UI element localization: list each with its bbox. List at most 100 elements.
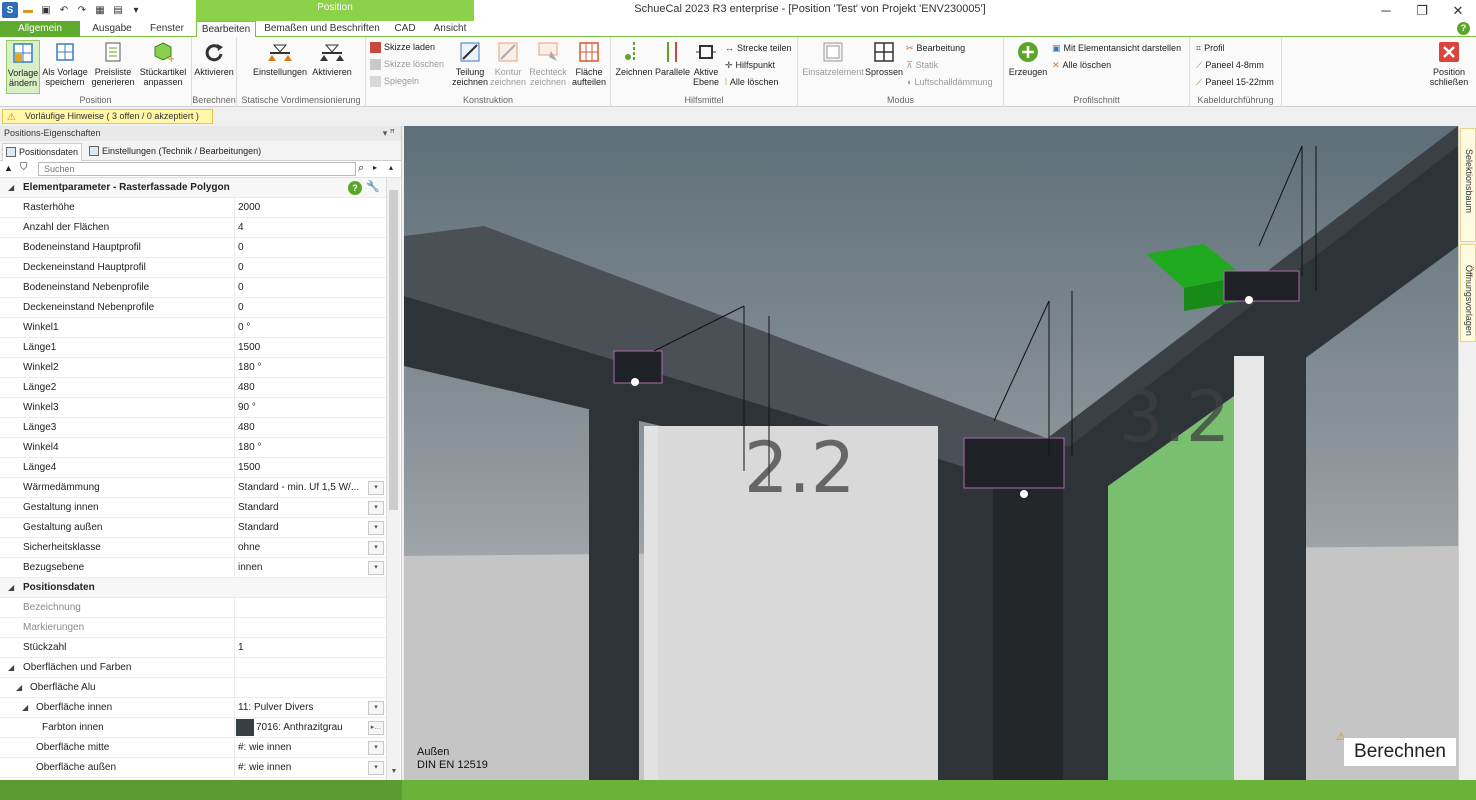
property-row[interactable]: Länge3 480 [0, 418, 386, 438]
modus-statik-button[interactable]: ⊼ Statik [906, 58, 938, 72]
vorlage-aendern-button[interactable]: Vorlage ändern [6, 40, 40, 94]
property-value[interactable]: innen ▾ [234, 558, 386, 578]
property-value[interactable]: #: wie innen ▾ [234, 738, 386, 758]
property-value[interactable]: 11: Pulver Divers ▾ [234, 698, 386, 718]
property-value[interactable]: 0 ° [234, 318, 386, 338]
flaeche-aufteilen-button[interactable]: Fläche aufteilen [570, 40, 608, 87]
search-input[interactable] [38, 162, 356, 176]
als-vorlage-speichern-button[interactable]: Als Vorlage speichern [42, 40, 88, 87]
tab-bearbeiten[interactable]: Bearbeiten [196, 21, 256, 38]
strecke-teilen-button[interactable]: ↔ Strecke teilen [725, 41, 792, 55]
property-value[interactable]: 4 [234, 218, 386, 238]
property-row[interactable]: Oberfläche mitte #: wie innen ▾ [0, 738, 386, 758]
property-row[interactable]: Gestaltung außen Standard ▾ [0, 518, 386, 538]
property-row[interactable]: ◢ Elementparameter - Rasterfassade Polygo… [0, 178, 386, 198]
skizze-laden-button[interactable]: Skizze laden [370, 40, 435, 54]
property-value[interactable]: 0 [234, 238, 386, 258]
wrench-icon[interactable]: 🔧 [366, 178, 380, 197]
kontur-zeichnen-button[interactable]: Kontur zeichnen [490, 40, 526, 87]
scroll-down-icon[interactable]: ▼ [388, 768, 400, 778]
position-schliessen-button[interactable]: Position schließen [1424, 40, 1474, 87]
scroll-up-icon[interactable]: ▴ [389, 163, 393, 172]
statik-einstellungen-button[interactable]: Einstellungen [251, 40, 309, 77]
collapse-all-icon[interactable]: ▲ [4, 163, 13, 173]
search-icon[interactable]: ⌕ [358, 162, 364, 175]
parallele-button[interactable]: Parallele [655, 40, 690, 77]
expand-icon[interactable]: ◢ [8, 658, 14, 677]
dropdown-button[interactable]: ▾ [368, 701, 384, 715]
pin-icon[interactable]: ▾ ꟸ [383, 126, 395, 141]
tab-fenster[interactable]: Fenster [142, 21, 192, 37]
property-row[interactable]: Stückzahl 1 [0, 638, 386, 658]
redo-icon[interactable]: ↷ [74, 2, 90, 18]
property-value[interactable]: 1 [234, 638, 386, 658]
tab-ausgabe[interactable]: Ausgabe [84, 21, 140, 37]
sprossen-button[interactable]: Sprossen [864, 40, 904, 77]
property-row[interactable]: Bodeneinstand Hauptprofil 0 [0, 238, 386, 258]
skizze-loeschen-button[interactable]: Skizze löschen [370, 57, 444, 71]
property-row[interactable]: Gestaltung innen Standard ▾ [0, 498, 386, 518]
property-value[interactable]: 0 [234, 278, 386, 298]
property-value[interactable]: 1500 [234, 458, 386, 478]
property-value[interactable]: 180 ° [234, 438, 386, 458]
property-row[interactable]: ◢ Oberflächen und Farben [0, 658, 386, 678]
property-row[interactable]: Markierungen [0, 618, 386, 638]
customize-qat-icon[interactable]: ▾ [128, 2, 144, 18]
luftschall-button[interactable]: ◖ Luftschalldämmung [906, 75, 992, 89]
property-value[interactable] [234, 658, 386, 678]
property-value[interactable]: 0 [234, 298, 386, 318]
berechnen-aktivieren-button[interactable]: Aktivieren [193, 40, 235, 77]
side-tab-selektionsbaum[interactable]: Selektionsbaum [1460, 128, 1476, 242]
property-value[interactable]: 0 [234, 258, 386, 278]
property-row[interactable]: Farbton innen 7016: Anthrazitgrau ▸… [0, 718, 386, 738]
profilschnitt-alle-loeschen-button[interactable]: ✕ Alle löschen [1052, 58, 1111, 72]
tab-cad[interactable]: CAD [388, 21, 422, 37]
property-row[interactable]: Länge4 1500 [0, 458, 386, 478]
elementansicht-button[interactable]: ▣ Mit Elementansicht darstellen [1052, 41, 1181, 55]
facade-3d-view[interactable]: 2.2 3.2 [404, 126, 1458, 780]
kabel-paneel1-button[interactable]: ⟋ Paneel 4-8mm [1196, 58, 1264, 72]
tab-allgemein[interactable]: Allgemein [0, 21, 80, 37]
property-value[interactable]: 480 [234, 378, 386, 398]
tab-bemassen[interactable]: Bemaßen und Beschriften [262, 21, 382, 37]
tab-positionsdaten[interactable]: Positionsdaten [2, 143, 82, 161]
property-value[interactable]: 1500 [234, 338, 386, 358]
save-icon[interactable]: ▣ [38, 2, 54, 18]
property-value[interactable]: Standard ▾ [234, 518, 386, 538]
hilfslinie-zeichnen-button[interactable]: Zeichnen [615, 40, 653, 77]
aktive-ebene-button[interactable]: Aktive Ebene [691, 40, 721, 87]
property-value[interactable]: 480 [234, 418, 386, 438]
cad-viewport[interactable]: 2.2 3.2 Außen DIN EN 12519 ⚠ Berechnen [404, 126, 1458, 780]
teilung-zeichnen-button[interactable]: Teilung zeichnen [452, 40, 488, 87]
print-icon[interactable]: ▤ [110, 2, 126, 18]
property-row[interactable]: ◢ Positionsdaten [0, 578, 386, 598]
color-picker-button[interactable]: ▸… [368, 721, 384, 735]
property-row[interactable]: Winkel2 180 ° [0, 358, 386, 378]
hilfspunkt-button[interactable]: ✛ Hilfspunkt [725, 58, 775, 72]
einsatzelement-button[interactable]: Einsatzelement [802, 40, 864, 77]
dropdown-button[interactable]: ▾ [368, 501, 384, 515]
property-row[interactable]: Bezugsebene innen ▾ [0, 558, 386, 578]
expand-icon[interactable]: ◢ [8, 178, 14, 197]
property-row[interactable]: Oberfläche außen #: wie innen ▾ [0, 758, 386, 778]
expand-icon[interactable]: ◢ [22, 698, 28, 717]
kabel-profil-button[interactable]: ⌗ Profil [1196, 41, 1225, 55]
tab-einstellungen[interactable]: Einstellungen (Technik / Bearbeitungen) [86, 143, 266, 161]
property-value[interactable]: Standard - min. Uf 1,5 W/... ▾ [234, 478, 386, 498]
expand-icon[interactable]: ◢ [16, 678, 22, 697]
panel-scrollbar[interactable]: ▼ [386, 178, 400, 780]
property-value[interactable] [234, 618, 386, 638]
property-value[interactable]: 2000 [234, 198, 386, 218]
dropdown-button[interactable]: ▾ [368, 741, 384, 755]
tab-ansicht[interactable]: Ansicht [428, 21, 472, 37]
property-row[interactable]: ◢ Oberfläche innen 11: Pulver Divers ▾ [0, 698, 386, 718]
property-row[interactable]: Bodeneinstand Nebenprofile 0 [0, 278, 386, 298]
berechnen-button[interactable]: Berechnen [1344, 738, 1456, 766]
open-folder-icon[interactable]: ▬ [20, 2, 36, 18]
property-value[interactable] [234, 678, 386, 698]
undo-icon[interactable]: ↶ [56, 2, 72, 18]
property-row[interactable]: Deckeneinstand Hauptprofil 0 [0, 258, 386, 278]
preisliste-generieren-button[interactable]: Preisliste generieren [90, 40, 136, 87]
property-row[interactable]: ◢ Oberfläche Alu [0, 678, 386, 698]
property-value[interactable]: 180 ° [234, 358, 386, 378]
